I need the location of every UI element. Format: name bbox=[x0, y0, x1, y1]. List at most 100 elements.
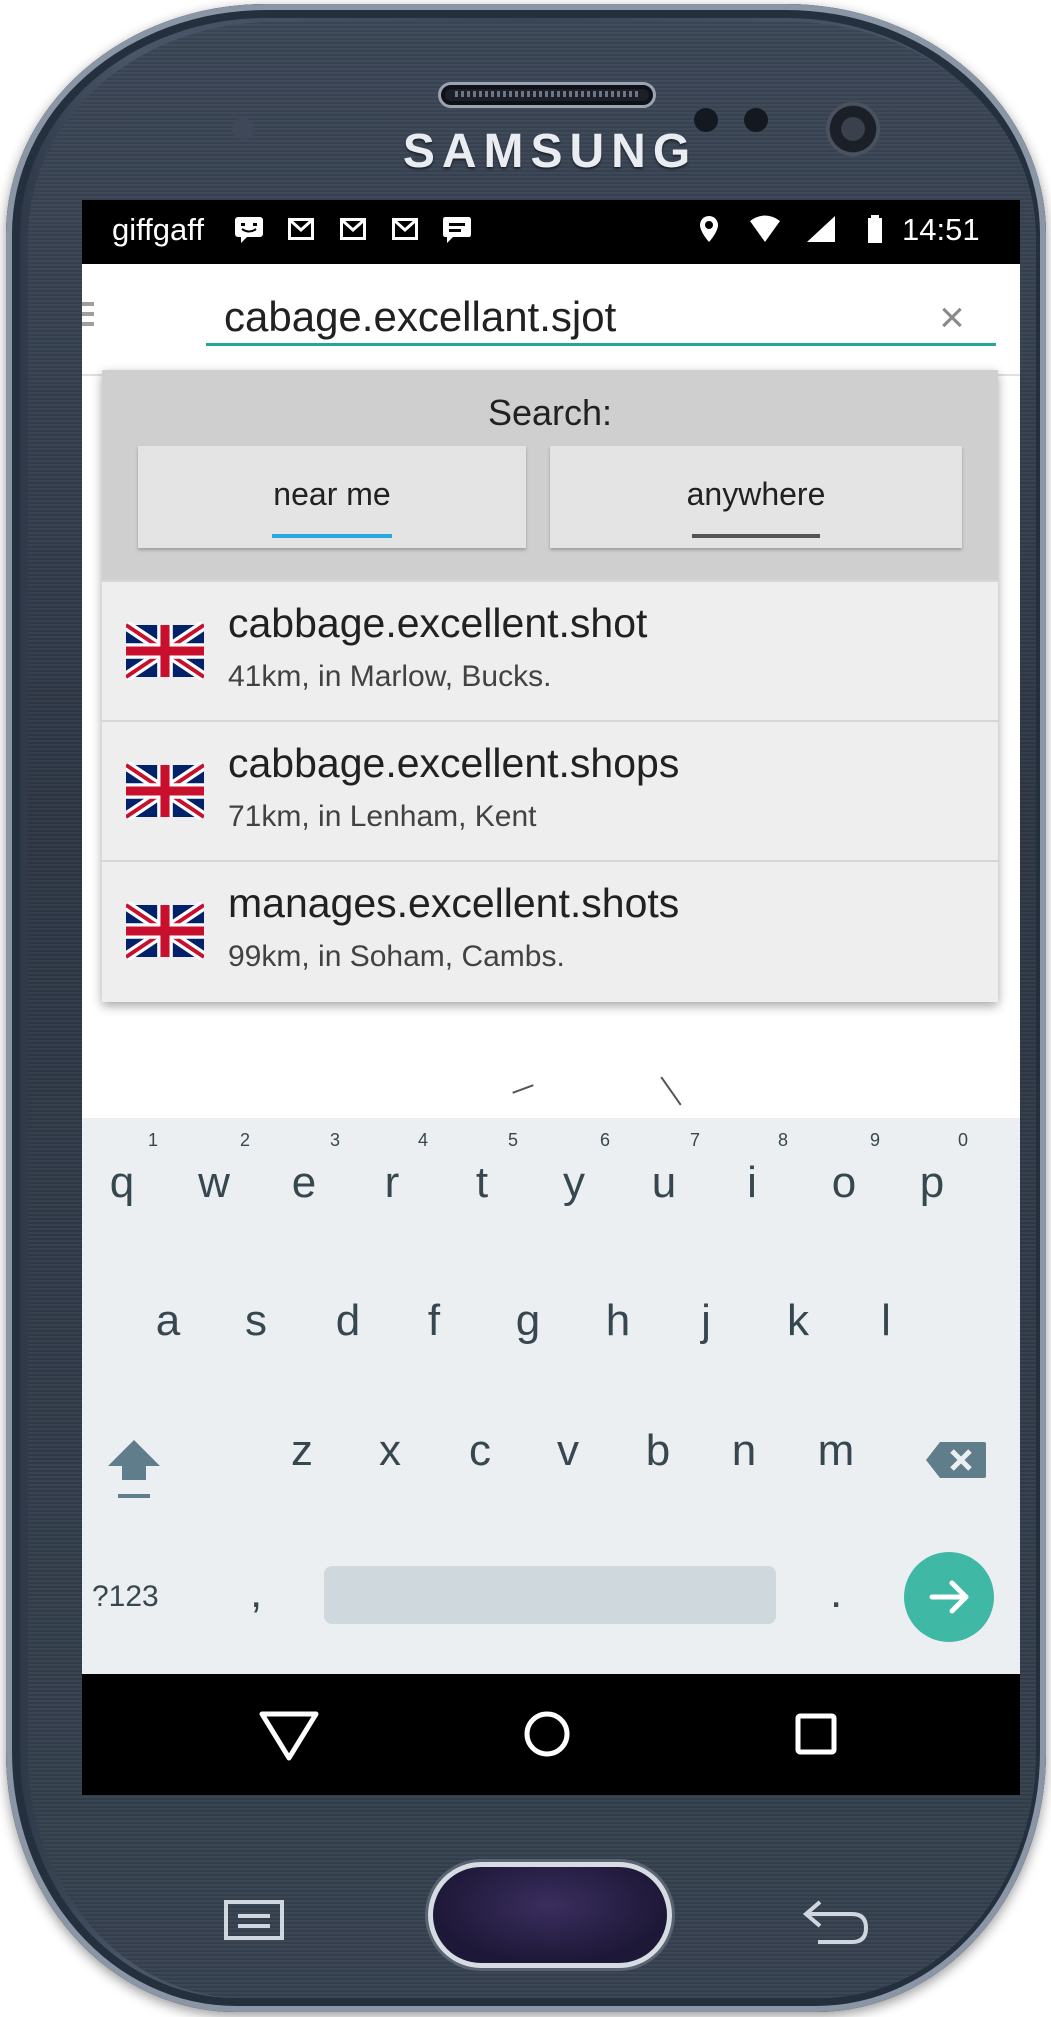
key-r[interactable]: 4r bbox=[352, 1130, 432, 1208]
signal-icon bbox=[804, 214, 838, 244]
key-h[interactable]: h bbox=[578, 1296, 658, 1346]
search-input[interactable] bbox=[206, 290, 996, 346]
uk-flag-icon bbox=[126, 622, 204, 680]
key-a[interactable]: a bbox=[128, 1296, 208, 1346]
key-i[interactable]: 8i bbox=[712, 1130, 792, 1208]
key-p[interactable]: 0p bbox=[892, 1130, 972, 1208]
key-m[interactable]: m bbox=[796, 1426, 876, 1476]
anywhere-button[interactable]: anywhere bbox=[550, 446, 962, 548]
screen: giffgaff 14:51 cabage.excellant.sjot × S… bbox=[82, 200, 1020, 1795]
period-key[interactable]: . bbox=[830, 1568, 842, 1618]
key-q[interactable]: 1q bbox=[82, 1130, 162, 1208]
map-road bbox=[660, 1076, 682, 1106]
hardware-menu-icon[interactable] bbox=[222, 1898, 286, 1942]
menu-icon[interactable] bbox=[82, 302, 100, 328]
active-indicator bbox=[272, 534, 392, 538]
key-hint: 0 bbox=[957, 1130, 968, 1150]
key-hint: 5 bbox=[507, 1130, 518, 1150]
key-k[interactable]: k bbox=[758, 1296, 838, 1346]
key-hint: 2 bbox=[239, 1130, 250, 1150]
key-hint: 3 bbox=[329, 1130, 340, 1150]
key-z[interactable]: z bbox=[262, 1426, 342, 1476]
key-t[interactable]: 5t bbox=[442, 1130, 522, 1208]
result-address: cabbage.excellent.shot bbox=[228, 600, 648, 646]
backspace-key[interactable] bbox=[924, 1440, 988, 1480]
key-hint: 1 bbox=[147, 1130, 158, 1150]
hardware-back-icon[interactable] bbox=[800, 1892, 872, 1948]
near-me-label: near me bbox=[273, 476, 391, 512]
key-u[interactable]: 7u bbox=[624, 1130, 704, 1208]
key-l[interactable]: l bbox=[846, 1296, 926, 1346]
gmail-icon bbox=[388, 214, 422, 244]
anywhere-label: anywhere bbox=[686, 476, 826, 512]
key-hint: 8 bbox=[777, 1130, 788, 1150]
key-s[interactable]: s bbox=[216, 1296, 296, 1346]
key-y[interactable]: 6y bbox=[534, 1130, 614, 1208]
space-key[interactable] bbox=[324, 1566, 776, 1624]
wifi-icon bbox=[748, 214, 782, 244]
comma-key[interactable]: , bbox=[250, 1568, 262, 1618]
back-triangle-icon[interactable] bbox=[254, 1698, 324, 1768]
gmail-icon bbox=[336, 214, 370, 244]
key-label: u bbox=[651, 1158, 677, 1207]
key-hint: 6 bbox=[599, 1130, 610, 1150]
key-label: p bbox=[919, 1158, 945, 1207]
result-address: cabbage.excellent.shops bbox=[228, 740, 680, 786]
system-icons bbox=[692, 214, 894, 244]
key-b[interactable]: b bbox=[618, 1426, 698, 1476]
result-location: 41km, in Marlow, Bucks. bbox=[228, 660, 552, 693]
key-label: y bbox=[563, 1158, 585, 1207]
shift-key[interactable] bbox=[104, 1436, 164, 1502]
list-item[interactable]: cabbage.excellent.shot 41km, in Marlow, … bbox=[102, 580, 998, 720]
inactive-indicator bbox=[692, 534, 820, 538]
search-bar: × bbox=[82, 264, 1020, 376]
key-e[interactable]: 3e bbox=[264, 1130, 344, 1208]
map-road bbox=[512, 1084, 534, 1094]
carrier-name: giffgaff bbox=[112, 212, 204, 247]
key-label: r bbox=[384, 1158, 400, 1207]
earpiece-speaker bbox=[438, 82, 656, 108]
location-icon bbox=[692, 214, 726, 244]
key-v[interactable]: v bbox=[528, 1426, 608, 1476]
key-g[interactable]: g bbox=[488, 1296, 568, 1346]
list-item[interactable]: manages.excellent.shots 99km, in Soham, … bbox=[102, 860, 998, 1000]
status-time: 14:51 bbox=[902, 212, 980, 247]
front-camera bbox=[826, 102, 880, 156]
search-scope-label: Search: bbox=[487, 392, 613, 433]
symbols-key[interactable]: ?123 bbox=[92, 1580, 159, 1614]
front-sensor bbox=[232, 118, 254, 140]
key-hint: 9 bbox=[869, 1130, 880, 1150]
backspace-icon bbox=[926, 1442, 986, 1478]
uk-flag-icon bbox=[126, 902, 204, 960]
key-label: q bbox=[109, 1158, 135, 1207]
list-item[interactable]: cabbage.excellent.shops 71km, in Lenham,… bbox=[102, 720, 998, 860]
key-o[interactable]: 9o bbox=[804, 1130, 884, 1208]
soft-keyboard: 1q 2w 3e 4r 5t 6y 7u 8i 9o 0p a s d f g … bbox=[82, 1118, 1020, 1674]
search-scope-panel: Search: near me anywhere bbox=[102, 370, 998, 580]
key-w[interactable]: 2w bbox=[174, 1130, 254, 1208]
key-c[interactable]: c bbox=[440, 1426, 520, 1476]
status-bar: giffgaff 14:51 bbox=[82, 200, 1020, 264]
close-icon[interactable]: × bbox=[932, 296, 972, 340]
recents-square-icon[interactable] bbox=[782, 1698, 852, 1768]
key-hint: 7 bbox=[689, 1130, 700, 1150]
key-f[interactable]: f bbox=[394, 1296, 474, 1346]
shift-arrow-icon bbox=[108, 1440, 160, 1498]
home-circle-icon[interactable] bbox=[512, 1698, 582, 1768]
brand-logo: SAMSUNG bbox=[402, 125, 698, 178]
uk-flag-icon bbox=[126, 762, 204, 820]
gmail-icon bbox=[284, 214, 318, 244]
near-me-button[interactable]: near me bbox=[138, 446, 526, 548]
hardware-home-button[interactable] bbox=[428, 1862, 672, 1968]
key-label: i bbox=[747, 1158, 757, 1207]
chat-icon bbox=[232, 214, 266, 244]
arrow-right-icon bbox=[929, 1580, 969, 1614]
key-n[interactable]: n bbox=[704, 1426, 784, 1476]
key-label: t bbox=[475, 1158, 489, 1207]
key-label: w bbox=[198, 1158, 230, 1207]
result-location: 99km, in Soham, Cambs. bbox=[228, 940, 565, 973]
key-x[interactable]: x bbox=[350, 1426, 430, 1476]
key-d[interactable]: d bbox=[308, 1296, 388, 1346]
key-j[interactable]: j bbox=[666, 1296, 746, 1346]
go-button[interactable] bbox=[904, 1552, 994, 1642]
